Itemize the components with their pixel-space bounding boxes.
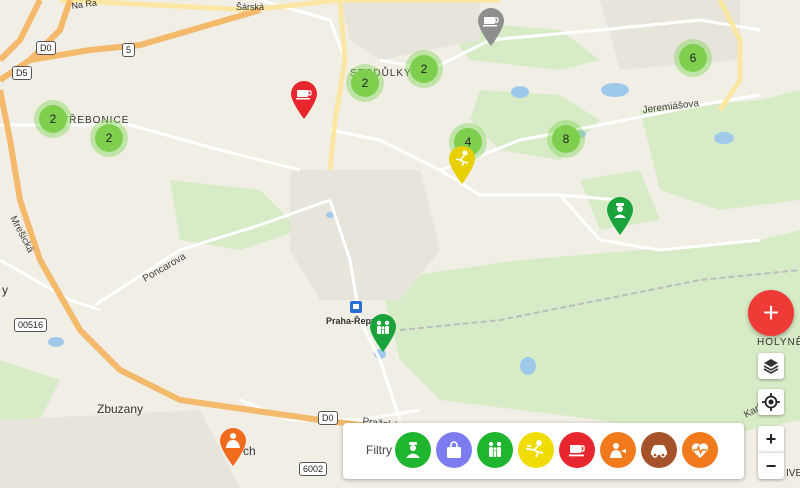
zoom-out-button[interactable]: − bbox=[758, 452, 784, 479]
place-zbuzany: Zbuzany bbox=[97, 402, 143, 416]
filter-bar: Filtry bbox=[343, 423, 744, 479]
heartbeat-icon bbox=[691, 443, 709, 458]
marker-cluster[interactable]: 2 bbox=[34, 100, 72, 138]
coffee-icon bbox=[296, 90, 312, 100]
marker-cluster[interactable]: 2 bbox=[405, 50, 443, 88]
family-pin-green[interactable] bbox=[368, 313, 398, 353]
marker-cluster[interactable]: 2 bbox=[346, 64, 384, 102]
cafe-pin-gray[interactable] bbox=[476, 7, 506, 47]
marker-cluster[interactable]: 6 bbox=[674, 39, 712, 77]
road-shield-d0-top: D0 bbox=[36, 41, 56, 55]
cluster-count: 6 bbox=[679, 44, 707, 72]
place-sarska: Šárská bbox=[236, 2, 264, 12]
crosshair-icon bbox=[762, 393, 780, 411]
sport-pin-yellow[interactable] bbox=[447, 145, 477, 185]
filter-care[interactable] bbox=[600, 432, 636, 468]
filter-shopping[interactable] bbox=[436, 432, 472, 468]
map-canvas[interactable]: TŘEBONICE STODŮLKY Zbuzany HOLYNĚ Šárská… bbox=[0, 0, 800, 488]
minus-icon: − bbox=[765, 455, 777, 476]
add-place-button[interactable]: + bbox=[748, 290, 794, 336]
road-shield-00516: 00516 bbox=[14, 318, 48, 332]
filter-sport[interactable] bbox=[518, 432, 554, 468]
place-holyne: HOLYNĚ bbox=[757, 335, 800, 348]
road-shield-d5: D5 bbox=[12, 66, 32, 80]
nurse-icon bbox=[406, 442, 420, 458]
locate-me-button[interactable] bbox=[758, 389, 784, 415]
filter-health[interactable] bbox=[682, 432, 718, 468]
caregiver-icon bbox=[610, 443, 626, 458]
family-icon bbox=[488, 441, 502, 457]
coffee-icon bbox=[483, 17, 499, 27]
road-shield-6002: 6002 bbox=[299, 462, 328, 476]
coffee-icon bbox=[569, 445, 585, 457]
filter-cafe[interactable] bbox=[559, 432, 595, 468]
cluster-count: 2 bbox=[39, 105, 67, 133]
road-shield-d0-bottom: D0 bbox=[318, 411, 338, 425]
road-shield-5: 5 bbox=[122, 43, 136, 57]
filter-label: Filtry bbox=[366, 443, 392, 457]
senior-pin-orange[interactable] bbox=[218, 427, 248, 467]
cluster-count: 2 bbox=[351, 69, 379, 97]
car-icon bbox=[651, 445, 667, 458]
filter-doctor[interactable] bbox=[395, 432, 431, 468]
filter-family[interactable] bbox=[477, 432, 513, 468]
marker-cluster[interactable]: 2 bbox=[90, 119, 128, 157]
plus-icon: + bbox=[762, 297, 780, 328]
running-icon bbox=[526, 440, 544, 458]
filter-car[interactable] bbox=[641, 432, 677, 468]
layers-button[interactable] bbox=[758, 353, 784, 379]
place-partial-y: y bbox=[2, 283, 8, 297]
zoom-in-button[interactable]: + bbox=[758, 426, 784, 452]
layers-icon bbox=[763, 359, 779, 374]
cluster-count: 8 bbox=[552, 125, 580, 153]
doctor-pin-green[interactable] bbox=[605, 196, 635, 236]
shopping-bag-icon bbox=[447, 441, 461, 458]
marker-cluster[interactable]: 8 bbox=[547, 120, 585, 158]
cafe-pin-red[interactable] bbox=[289, 80, 319, 120]
cluster-count: 2 bbox=[410, 55, 438, 83]
place-partial-ive: IVE bbox=[786, 468, 800, 479]
plus-icon: + bbox=[765, 428, 777, 449]
cluster-count: 2 bbox=[95, 124, 123, 152]
